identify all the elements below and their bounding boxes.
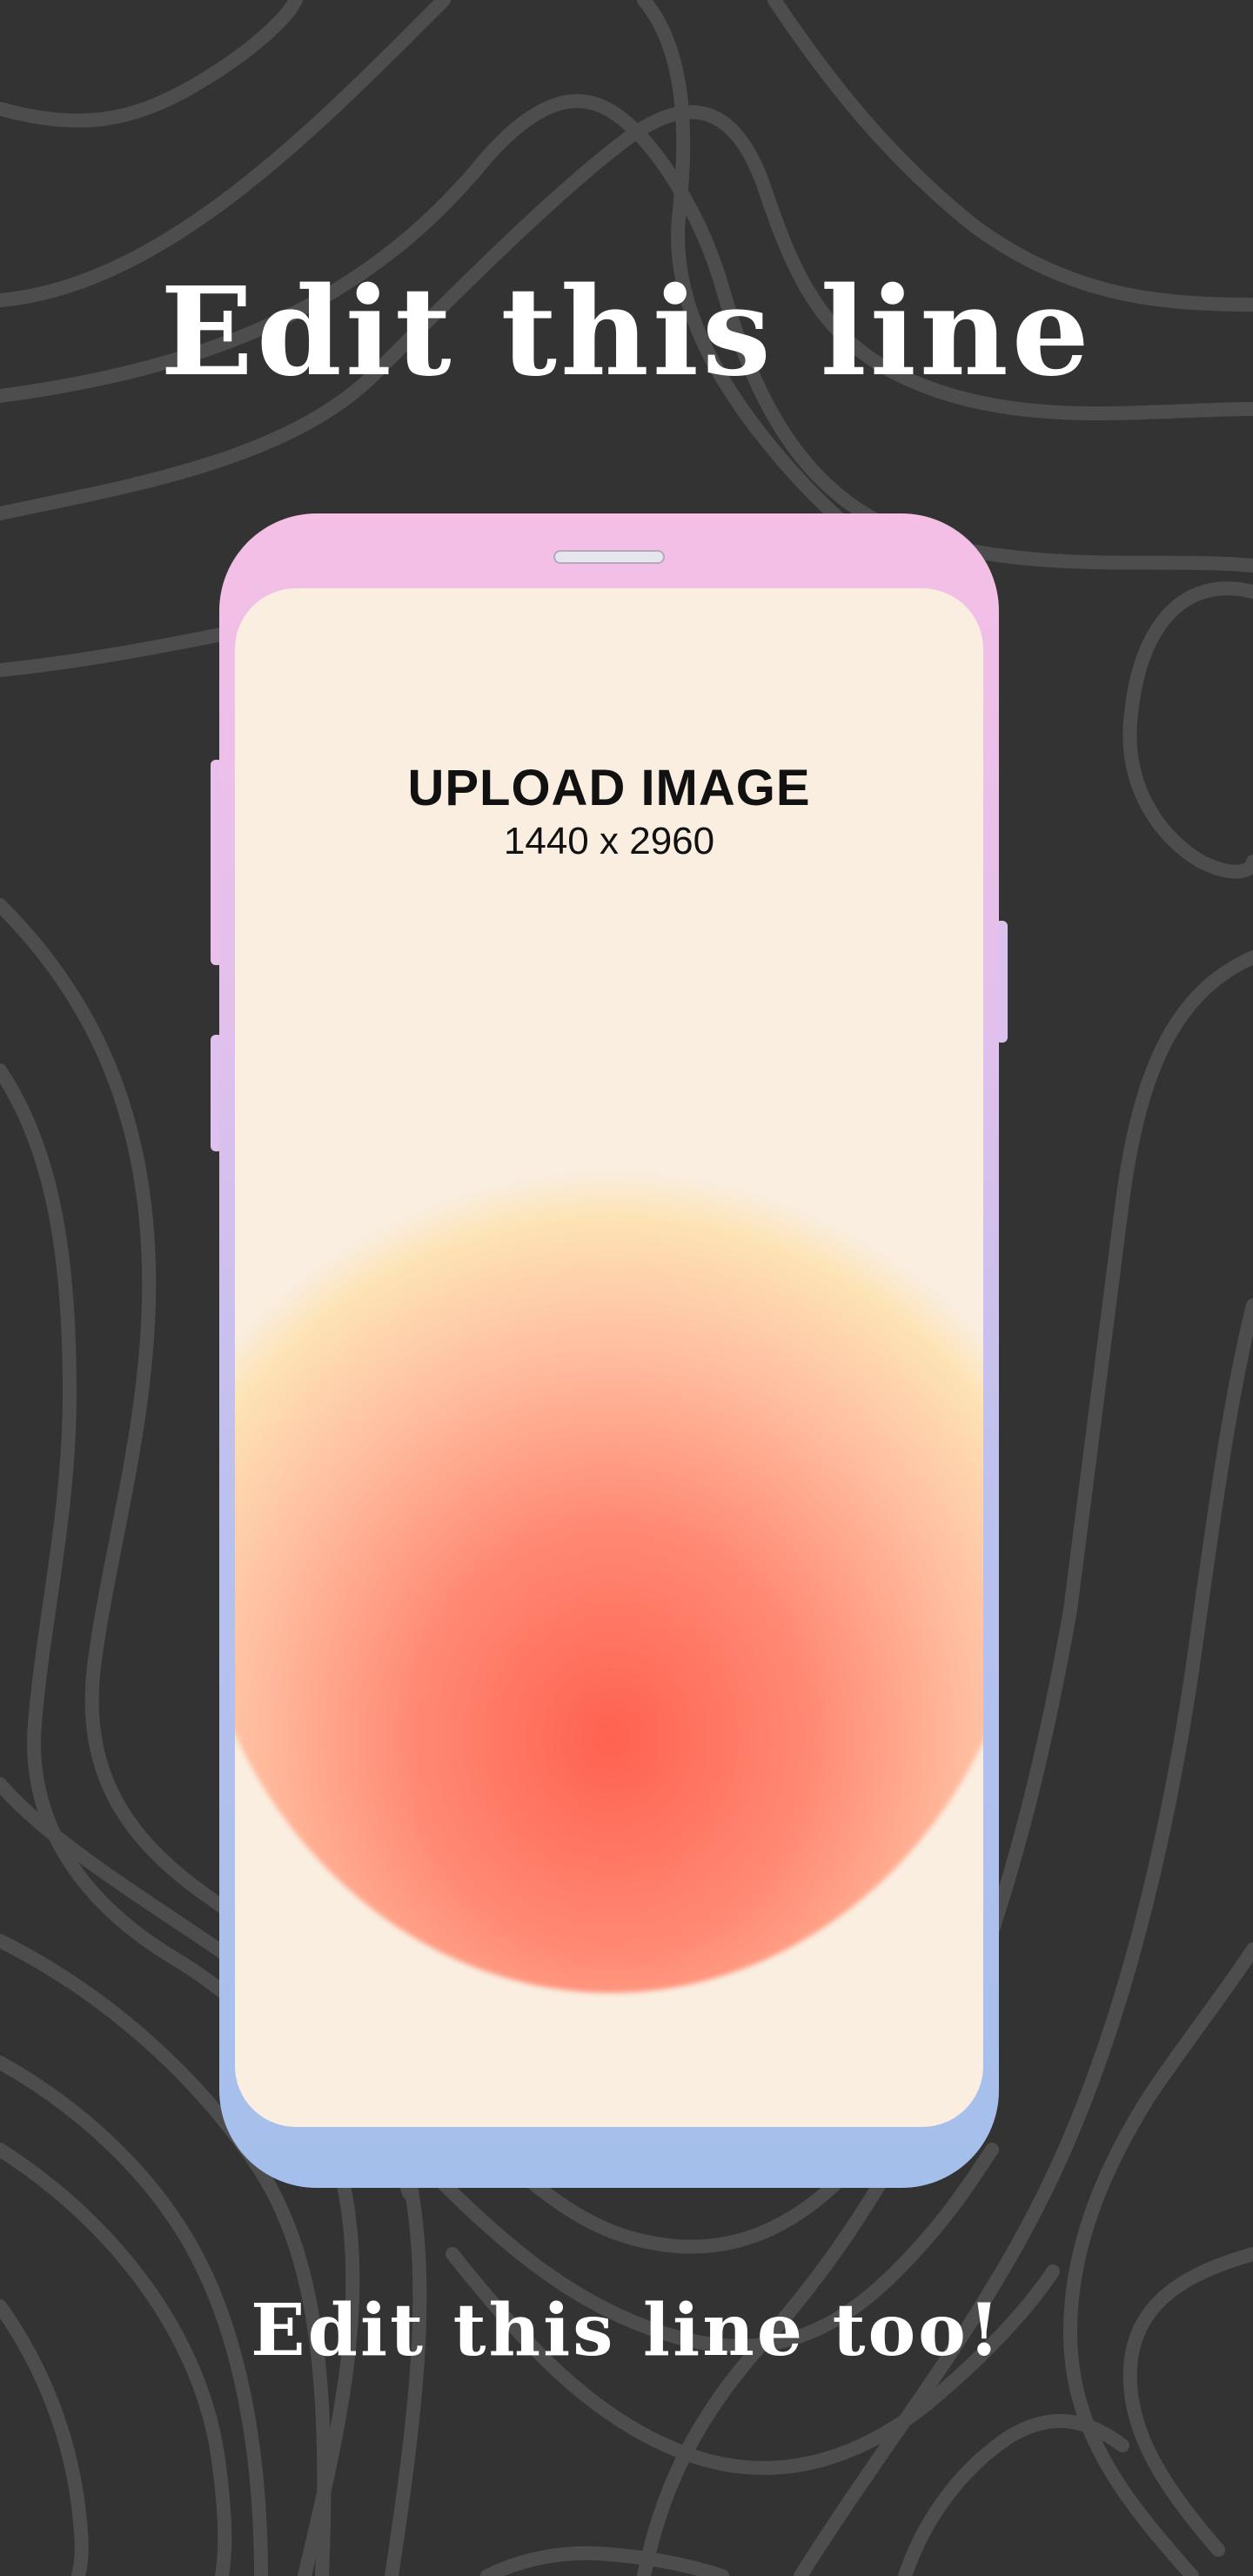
upload-image-dimensions: 1440 x 2960 [503,820,715,862]
headline-bottom[interactable]: Edit this line too! [0,2289,1253,2372]
phone-speaker [553,550,665,564]
gradient-blob [235,1015,983,1993]
phone-screen-image-placeholder[interactable]: UPLOAD IMAGE 1440 x 2960 [235,588,983,2127]
phone-mockup: UPLOAD IMAGE 1440 x 2960 [219,513,999,2188]
upload-image-label: UPLOAD IMAGE [407,760,811,816]
headline-top[interactable]: Edit this line [0,261,1253,404]
